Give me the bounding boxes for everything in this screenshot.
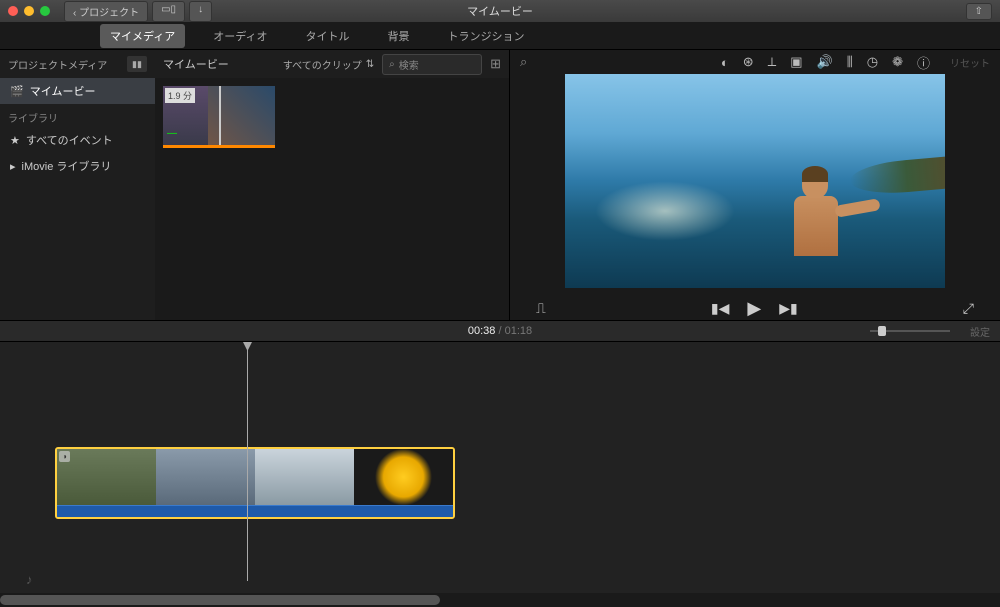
media-tabs: マイメディア オーディオ タイトル 背景 トランジション <box>0 22 1000 50</box>
search-icon: ⌕ <box>389 59 395 70</box>
horizontal-scrollbar[interactable] <box>0 593 1000 607</box>
star-icon: ★ <box>10 134 20 147</box>
color-correct-icon[interactable]: ⊛ <box>743 54 754 70</box>
clapperboard-icon: 🎬 <box>10 85 24 98</box>
music-track-icon[interactable]: ♪ <box>26 572 33 587</box>
microphone-icon[interactable]: ⎍ <box>536 300 546 317</box>
browser-title: マイムービー <box>163 56 229 72</box>
chevron-updown-icon: ⇅ <box>366 59 374 70</box>
sidebar-item-label: iMovie ライブラリ <box>22 158 112 174</box>
speed-icon[interactable]: ◷ <box>867 54 878 70</box>
media-browser: マイムービー すべてのクリップ ⇅ ⌕ 検索 ⊞ 1.9 分 — <box>155 50 509 320</box>
timeline[interactable]: ◑ ♪ <box>0 342 1000 607</box>
minimize-window[interactable] <box>24 6 34 16</box>
tab-transitions[interactable]: トランジション <box>437 24 534 48</box>
audio-waveform[interactable] <box>57 505 453 519</box>
tab-audio[interactable]: オーディオ <box>203 24 277 48</box>
sidebar-item-label: すべてのイベント <box>26 132 113 148</box>
preview-viewer[interactable] <box>510 74 1000 296</box>
favorite-marker: — <box>167 128 177 139</box>
volume-icon[interactable]: 🔊 <box>817 54 833 70</box>
zoom-window[interactable] <box>40 6 50 16</box>
settings-label[interactable]: 設定 <box>970 324 990 339</box>
stabilize-icon[interactable]: ▣ <box>790 54 802 70</box>
effect-tag: ◑ <box>59 451 70 462</box>
next-button[interactable]: ▶▮ <box>779 300 797 317</box>
timecode-bar: 00:38 / 01:18 設定 <box>0 320 1000 342</box>
sidebar-item-mymovie[interactable]: 🎬 マイムービー <box>0 78 155 104</box>
sidebar-item-imovielib[interactable]: ▸ iMovie ライブラリ <box>0 153 155 179</box>
prev-button[interactable]: ▮◀ <box>711 300 729 317</box>
preview-frame <box>565 74 945 288</box>
clip-duration: 1.9 分 <box>165 88 195 103</box>
back-label: プロジェクト <box>79 8 139 19</box>
layout-button[interactable]: ▭▯ <box>152 1 185 22</box>
titlebar: ‹ プロジェクト ▭▯ ↓ マイムービー ⇧ <box>0 0 1000 22</box>
filter-icon[interactable]: ❁ <box>892 54 903 70</box>
scrollbar-thumb[interactable] <box>0 595 440 605</box>
playback-controls: ⎍ ▮◀ ▶ ▶▮ ⤢ <box>510 296 1000 320</box>
current-time: 00:38 <box>468 325 496 337</box>
playhead[interactable] <box>247 342 248 581</box>
reset-button[interactable]: リセット <box>950 55 990 70</box>
filmstrip-toggle-icon[interactable]: ▮▮ <box>127 56 147 72</box>
fullscreen-icon[interactable]: ⤢ <box>963 300 974 317</box>
tab-backgrounds[interactable]: 背景 <box>377 24 419 48</box>
video-clip[interactable]: ◑ <box>55 447 455 519</box>
inspector-toolbar: ⌕ ◐ ⊛ ⟂ ▣ 🔊 ⫼ ◷ ❁ ⓘ リセット <box>510 50 1000 74</box>
sidebar-category-library: ライブラリ <box>0 104 155 127</box>
close-window[interactable] <box>8 6 18 16</box>
clip-frame: ◑ <box>57 449 156 505</box>
clip-thumbnail[interactable]: 1.9 分 — <box>163 86 275 148</box>
color-balance-icon[interactable]: ◐ <box>721 55 729 70</box>
time-separator: / <box>495 325 504 337</box>
share-button[interactable]: ⇧ <box>966 3 992 20</box>
zoom-thumb[interactable] <box>878 326 886 336</box>
disclosure-icon: ▸ <box>10 160 16 173</box>
clip-frame <box>156 449 255 505</box>
tab-titles[interactable]: タイトル <box>295 24 359 48</box>
total-duration: 01:18 <box>505 325 533 337</box>
clip-frame <box>354 449 453 505</box>
info-icon[interactable]: ⓘ <box>917 53 930 72</box>
zoom-slider[interactable] <box>870 330 950 332</box>
clips-filter-dropdown[interactable]: すべてのクリップ ⇅ <box>283 57 374 72</box>
back-button[interactable]: ‹ プロジェクト <box>64 1 148 22</box>
magnifier-icon[interactable]: ⌕ <box>520 54 527 70</box>
sidebar-header: プロジェクトメディア <box>8 57 107 72</box>
sidebar-item-label: マイムービー <box>30 83 96 99</box>
filmstrip-settings-icon[interactable]: ⊞ <box>490 56 501 72</box>
clip-frame <box>255 449 354 505</box>
search-input[interactable]: ⌕ 検索 <box>382 54 482 75</box>
window-title: マイムービー <box>467 3 533 19</box>
play-button[interactable]: ▶ <box>747 298 761 319</box>
import-button[interactable]: ↓ <box>189 1 212 22</box>
sidebar-item-allevents[interactable]: ★ すべてのイベント <box>0 127 155 153</box>
sidebar: プロジェクトメディア ▮▮ 🎬 マイムービー ライブラリ ★ すべてのイベント … <box>0 50 155 320</box>
search-placeholder: 検索 <box>399 57 419 72</box>
clips-filter-label: すべてのクリップ <box>283 57 362 72</box>
crop-icon[interactable]: ⟂ <box>768 54 777 70</box>
tab-mymedia[interactable]: マイメディア <box>100 24 185 48</box>
equalizer-icon[interactable]: ⫼ <box>847 54 853 70</box>
